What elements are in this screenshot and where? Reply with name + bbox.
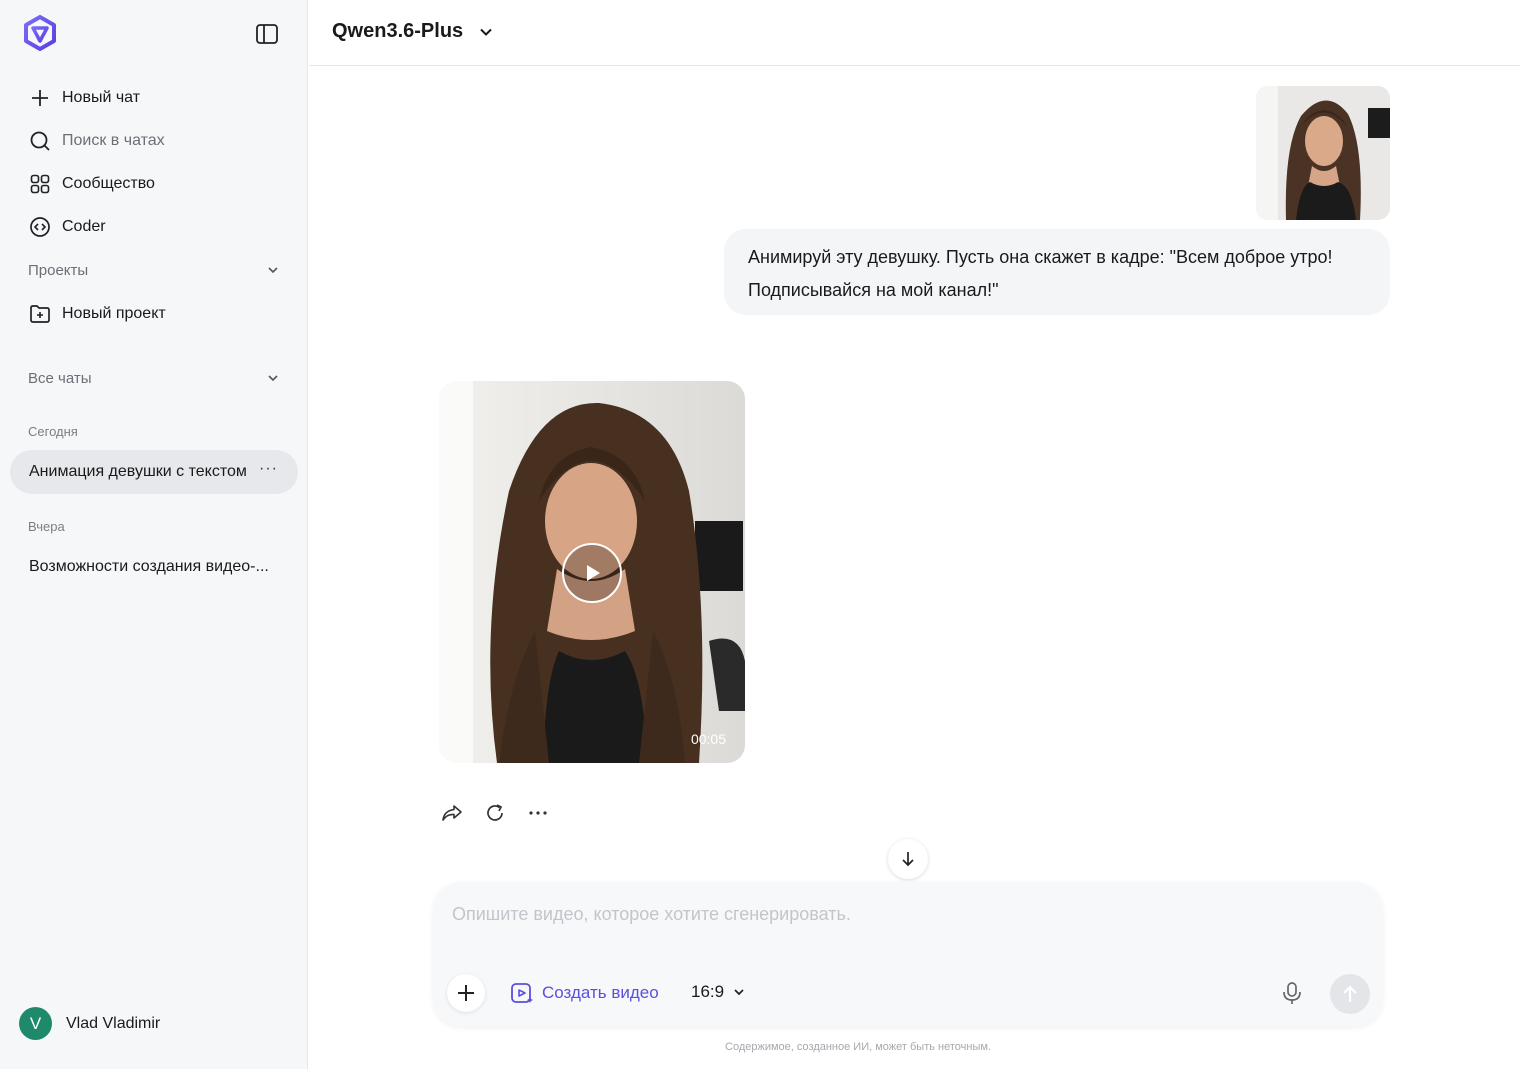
date-group-today: Сегодня — [28, 424, 78, 439]
regenerate-button[interactable] — [482, 800, 508, 826]
projects-label: Проекты — [28, 261, 89, 279]
sidebar-toggle-button[interactable] — [254, 21, 280, 47]
more-icon — [529, 811, 547, 815]
all-chats-section-toggle[interactable]: Все чаты — [28, 364, 280, 392]
sidebar-panel-icon — [256, 24, 278, 44]
attached-image[interactable] — [1256, 86, 1390, 220]
more-options-icon[interactable]: ··· — [259, 460, 278, 478]
user-message-bubble: Анимируй эту девушку. Пусть она скажет в… — [724, 229, 1390, 315]
avatar: V — [19, 1007, 52, 1040]
plus-icon — [458, 985, 474, 1001]
user-name: Vlad Vladimir — [66, 1014, 161, 1032]
chat-title: Возможности создания видео-... — [29, 558, 269, 575]
prompt-input[interactable] — [452, 904, 1352, 944]
qwen-logo-icon[interactable] — [22, 15, 58, 51]
more-actions-button[interactable] — [525, 800, 551, 826]
chat-title: Анимация девушки с текстом — [29, 463, 247, 480]
chat-item[interactable]: Возможности создания видео-... — [10, 545, 298, 589]
aspect-ratio-value: 16:9 — [691, 982, 725, 1001]
folder-plus-icon — [28, 302, 52, 326]
code-icon — [28, 215, 52, 239]
attach-button[interactable] — [447, 974, 485, 1012]
send-button[interactable] — [1330, 974, 1370, 1014]
new-project-label: Новый проект — [62, 305, 166, 322]
arrow-down-icon — [902, 852, 914, 867]
microphone-icon — [1283, 982, 1301, 1004]
nav-label: Сообщество — [62, 175, 155, 192]
new-chat-button[interactable]: Новый чат — [28, 83, 140, 113]
plus-icon — [28, 86, 52, 110]
search-icon — [28, 129, 52, 153]
community-button[interactable]: Сообщество — [28, 169, 155, 199]
all-chats-label: Все чаты — [28, 369, 92, 387]
portrait-photo — [1256, 86, 1390, 220]
model-name: Qwen3.6-Plus — [332, 20, 464, 42]
chevron-down-icon — [268, 375, 278, 382]
voice-input-button[interactable] — [1279, 980, 1305, 1006]
chat-item[interactable]: Анимация девушки с текстом ··· — [10, 450, 298, 494]
create-video-label: Создать видео — [542, 983, 659, 1002]
nav-label: Coder — [62, 218, 106, 235]
date-group-yesterday: Вчера — [28, 519, 65, 534]
chevron-down-icon — [734, 989, 744, 996]
share-icon — [442, 805, 462, 821]
nav-label: Поиск в чатах — [62, 132, 165, 149]
play-button[interactable] — [562, 543, 622, 603]
projects-section-toggle[interactable]: Проекты — [28, 256, 280, 284]
chevron-down-icon — [480, 28, 492, 36]
play-icon — [587, 565, 600, 581]
ai-disclaimer: Содержимое, созданное ИИ, может быть нет… — [725, 1041, 991, 1053]
search-chats-button[interactable]: Поиск в чатах — [28, 126, 165, 156]
new-project-button[interactable]: Новый проект — [28, 299, 166, 329]
video-spark-icon — [511, 983, 533, 1003]
scroll-to-bottom-button[interactable] — [888, 839, 928, 879]
sidebar: Новый чат Поиск в чатах Сообщество Coder… — [0, 0, 308, 1069]
message-composer: Создать видео 16:9 — [433, 882, 1383, 1026]
model-selector[interactable]: Qwen3.6-Plus — [332, 20, 495, 43]
video-duration: 00:05 — [690, 731, 726, 747]
arrow-up-icon — [1343, 985, 1357, 1002]
grid-icon — [28, 172, 52, 196]
chevron-down-icon — [268, 267, 278, 274]
generated-video[interactable]: 00:05 — [439, 381, 745, 763]
nav-label: Новый чат — [62, 89, 141, 106]
user-profile[interactable]: V Vlad Vladimir — [19, 1007, 160, 1040]
share-button[interactable] — [439, 800, 465, 826]
refresh-icon — [487, 804, 503, 821]
create-video-toggle[interactable]: Создать видео — [510, 981, 659, 1005]
chat-header: Qwen3.6-Plus — [309, 0, 1520, 66]
coder-button[interactable]: Coder — [28, 212, 106, 242]
aspect-ratio-select[interactable]: 16:9 — [691, 982, 746, 1002]
message-actions — [439, 800, 568, 826]
